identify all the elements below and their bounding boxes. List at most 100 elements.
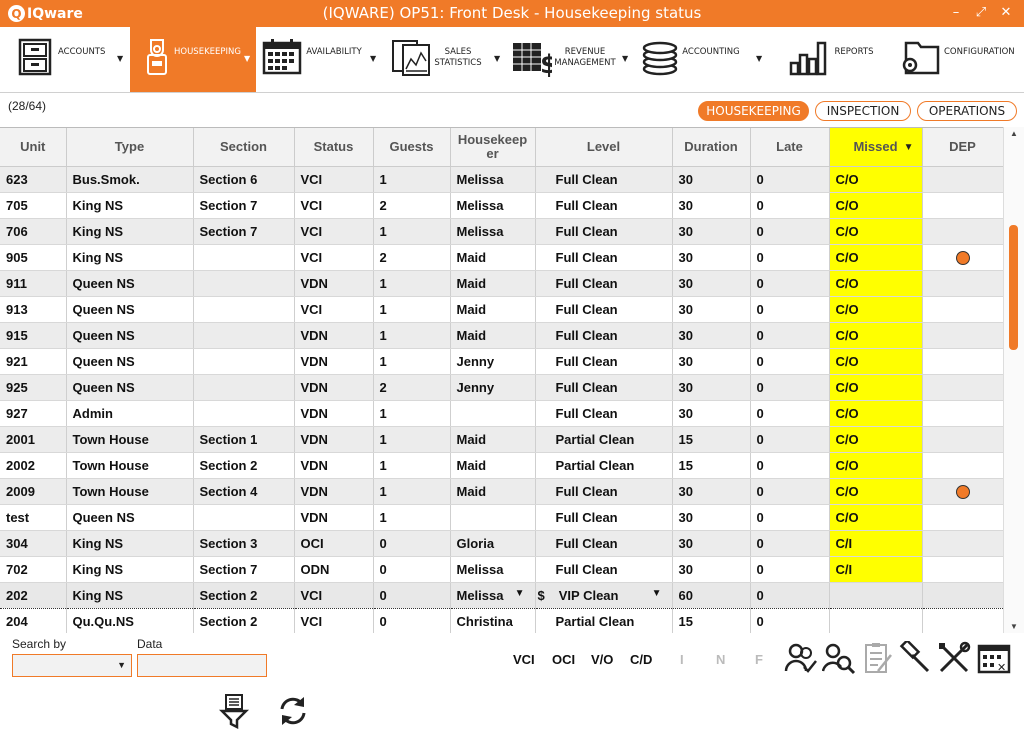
cell-type[interactable]: Queen NS bbox=[66, 270, 194, 297]
table-row[interactable]: 2001 Town House Section 1 VDN 1 Maid Partial C… bbox=[0, 426, 1003, 453]
col-type[interactable]: Type bbox=[66, 128, 194, 167]
cell-type[interactable]: Qu.Qu.NS bbox=[66, 608, 194, 633]
cell-unit[interactable]: 202 bbox=[0, 581, 67, 609]
cell-late[interactable]: 0 bbox=[750, 348, 830, 375]
cell-guests[interactable]: 0 bbox=[373, 608, 451, 633]
cell-unit[interactable]: 915 bbox=[0, 322, 67, 349]
col-missed[interactable]: Missed ▼ bbox=[829, 128, 923, 167]
cell-housekeeper[interactable]: Maid bbox=[450, 478, 536, 505]
cell-duration[interactable]: 30 bbox=[672, 270, 751, 297]
tab-inspection[interactable]: INSPECTION bbox=[815, 101, 911, 121]
cell-type[interactable]: Queen NS bbox=[66, 296, 194, 323]
cell-guests[interactable]: 0 bbox=[373, 556, 451, 583]
cell-level[interactable]: Full Clean bbox=[535, 166, 673, 193]
cell-dep[interactable] bbox=[922, 218, 1003, 245]
cell-status[interactable]: VCI bbox=[294, 608, 374, 633]
filter-oci[interactable]: OCI bbox=[552, 652, 575, 667]
cell-housekeeper[interactable]: Maid bbox=[450, 270, 536, 297]
col-dep[interactable]: DEP bbox=[922, 128, 1003, 167]
cell-dep[interactable] bbox=[922, 608, 1003, 633]
cell-unit[interactable]: 913 bbox=[0, 296, 67, 323]
cell-type[interactable]: King NS bbox=[66, 218, 194, 245]
cell-dep[interactable] bbox=[922, 556, 1003, 583]
cell-section[interactable] bbox=[193, 504, 295, 531]
cell-level[interactable]: Full Clean bbox=[535, 478, 673, 505]
cell-missed[interactable]: C/O bbox=[829, 478, 923, 505]
cell-section[interactable]: Section 4 bbox=[193, 478, 295, 505]
table-row[interactable]: test Queen NS VDN 1 Full Clean 30 0 C/O bbox=[0, 504, 1003, 531]
cell-type[interactable]: Town House bbox=[66, 478, 194, 505]
wrench-screwdriver-icon[interactable] bbox=[937, 641, 971, 675]
cell-missed[interactable]: C/O bbox=[829, 270, 923, 297]
cell-late[interactable]: 0 bbox=[750, 504, 830, 531]
cell-level[interactable]: Partial Clean bbox=[535, 452, 673, 479]
cell-duration[interactable]: 30 bbox=[672, 530, 751, 557]
cell-dep[interactable] bbox=[922, 192, 1003, 219]
scroll-down-icon[interactable]: ▼ bbox=[1004, 622, 1024, 631]
cell-type[interactable]: King NS bbox=[66, 581, 194, 609]
cell-status[interactable]: VDN bbox=[294, 504, 374, 531]
vertical-scrollbar[interactable]: ▲ ▼ bbox=[1003, 127, 1024, 633]
table-row[interactable]: 927 Admin VDN 1 Full Clean 30 0 C/O bbox=[0, 400, 1003, 427]
cell-unit[interactable]: 204 bbox=[0, 608, 67, 633]
cell-type[interactable]: King NS bbox=[66, 244, 194, 271]
cell-late[interactable]: 0 bbox=[750, 192, 830, 219]
cell-section[interactable]: Section 1 bbox=[193, 426, 295, 453]
cell-guests[interactable]: 1 bbox=[373, 218, 451, 245]
cell-late[interactable]: 0 bbox=[750, 608, 830, 633]
cell-section[interactable]: Section 3 bbox=[193, 530, 295, 557]
cell-unit[interactable]: test bbox=[0, 504, 67, 531]
maximize-button[interactable]: ⤢ bbox=[971, 3, 991, 23]
cell-guests[interactable]: 1 bbox=[373, 166, 451, 193]
scroll-thumb[interactable] bbox=[1009, 225, 1018, 350]
cell-unit[interactable]: 2009 bbox=[0, 478, 67, 505]
cell-guests[interactable]: 1 bbox=[373, 426, 451, 453]
cell-dep[interactable] bbox=[922, 478, 1003, 505]
cell-dep[interactable] bbox=[922, 400, 1003, 427]
cell-section[interactable] bbox=[193, 270, 295, 297]
cell-missed[interactable]: C/O bbox=[829, 452, 923, 479]
cell-status[interactable]: ODN bbox=[294, 556, 374, 583]
cell-duration[interactable]: 30 bbox=[672, 192, 751, 219]
cell-status[interactable]: VDN bbox=[294, 400, 374, 427]
cell-type[interactable]: Admin bbox=[66, 400, 194, 427]
table-row[interactable]: 304 King NS Section 3 OCI 0 Gloria Full Clean 3… bbox=[0, 530, 1003, 557]
cell-dep[interactable] bbox=[922, 244, 1003, 271]
table-row[interactable]: 915 Queen NS VDN 1 Maid Full Clean 30 0 C/O bbox=[0, 322, 1003, 349]
table-row[interactable]: 925 Queen NS VDN 2 Jenny Full Clean 30 0 C/O bbox=[0, 374, 1003, 401]
menu-revenue-management[interactable]: $ REVENUE MANAGEMENT ▼ bbox=[508, 27, 636, 92]
table-row[interactable]: 911 Queen NS VDN 1 Maid Full Clean 30 0 C/O bbox=[0, 270, 1003, 297]
cell-guests[interactable]: 0 bbox=[373, 581, 451, 609]
cell-housekeeper[interactable]: Maid bbox=[450, 426, 536, 453]
filter-vci[interactable]: VCI bbox=[513, 652, 535, 667]
cell-housekeeper[interactable]: Gloria bbox=[450, 530, 536, 557]
cell-housekeeper[interactable]: Melissa ▼ bbox=[450, 581, 536, 609]
table-row[interactable]: 905 King NS VCI 2 Maid Full Clean 30 0 C/O bbox=[0, 244, 1003, 271]
cell-duration[interactable]: 15 bbox=[672, 452, 751, 479]
cell-duration[interactable]: 15 bbox=[672, 608, 751, 633]
cell-section[interactable]: Section 7 bbox=[193, 218, 295, 245]
housekeeper-dropdown-icon[interactable]: ▼ bbox=[515, 588, 525, 599]
menu-availability[interactable]: AVAILABILITY ▼ bbox=[256, 27, 383, 92]
col-section[interactable]: Section bbox=[193, 128, 295, 167]
menu-configuration[interactable]: CONFIGURATION bbox=[892, 27, 1024, 92]
cell-dep[interactable] bbox=[922, 426, 1003, 453]
cell-type[interactable]: King NS bbox=[66, 192, 194, 219]
cell-level[interactable]: Full Clean bbox=[535, 192, 673, 219]
cell-unit[interactable]: 304 bbox=[0, 530, 67, 557]
cell-late[interactable]: 0 bbox=[750, 322, 830, 349]
menu-accounts[interactable]: ACCOUNTS ▼ bbox=[0, 27, 130, 92]
table-row[interactable]: 702 King NS Section 7 ODN 0 Melissa Full Clean… bbox=[0, 556, 1003, 583]
cell-missed[interactable]: C/O bbox=[829, 322, 923, 349]
cell-status[interactable]: VDN bbox=[294, 452, 374, 479]
cell-dep[interactable] bbox=[922, 581, 1003, 609]
cell-status[interactable]: VCI bbox=[294, 192, 374, 219]
cell-missed[interactable]: C/O bbox=[829, 374, 923, 401]
cell-late[interactable]: 0 bbox=[750, 452, 830, 479]
cell-duration[interactable]: 30 bbox=[672, 504, 751, 531]
search-by-select[interactable]: ▼ bbox=[12, 654, 132, 677]
cell-unit[interactable]: 623 bbox=[0, 166, 67, 193]
cell-housekeeper[interactable]: Melissa bbox=[450, 166, 536, 193]
cell-late[interactable]: 0 bbox=[750, 530, 830, 557]
cell-level[interactable]: Full Clean bbox=[535, 504, 673, 531]
